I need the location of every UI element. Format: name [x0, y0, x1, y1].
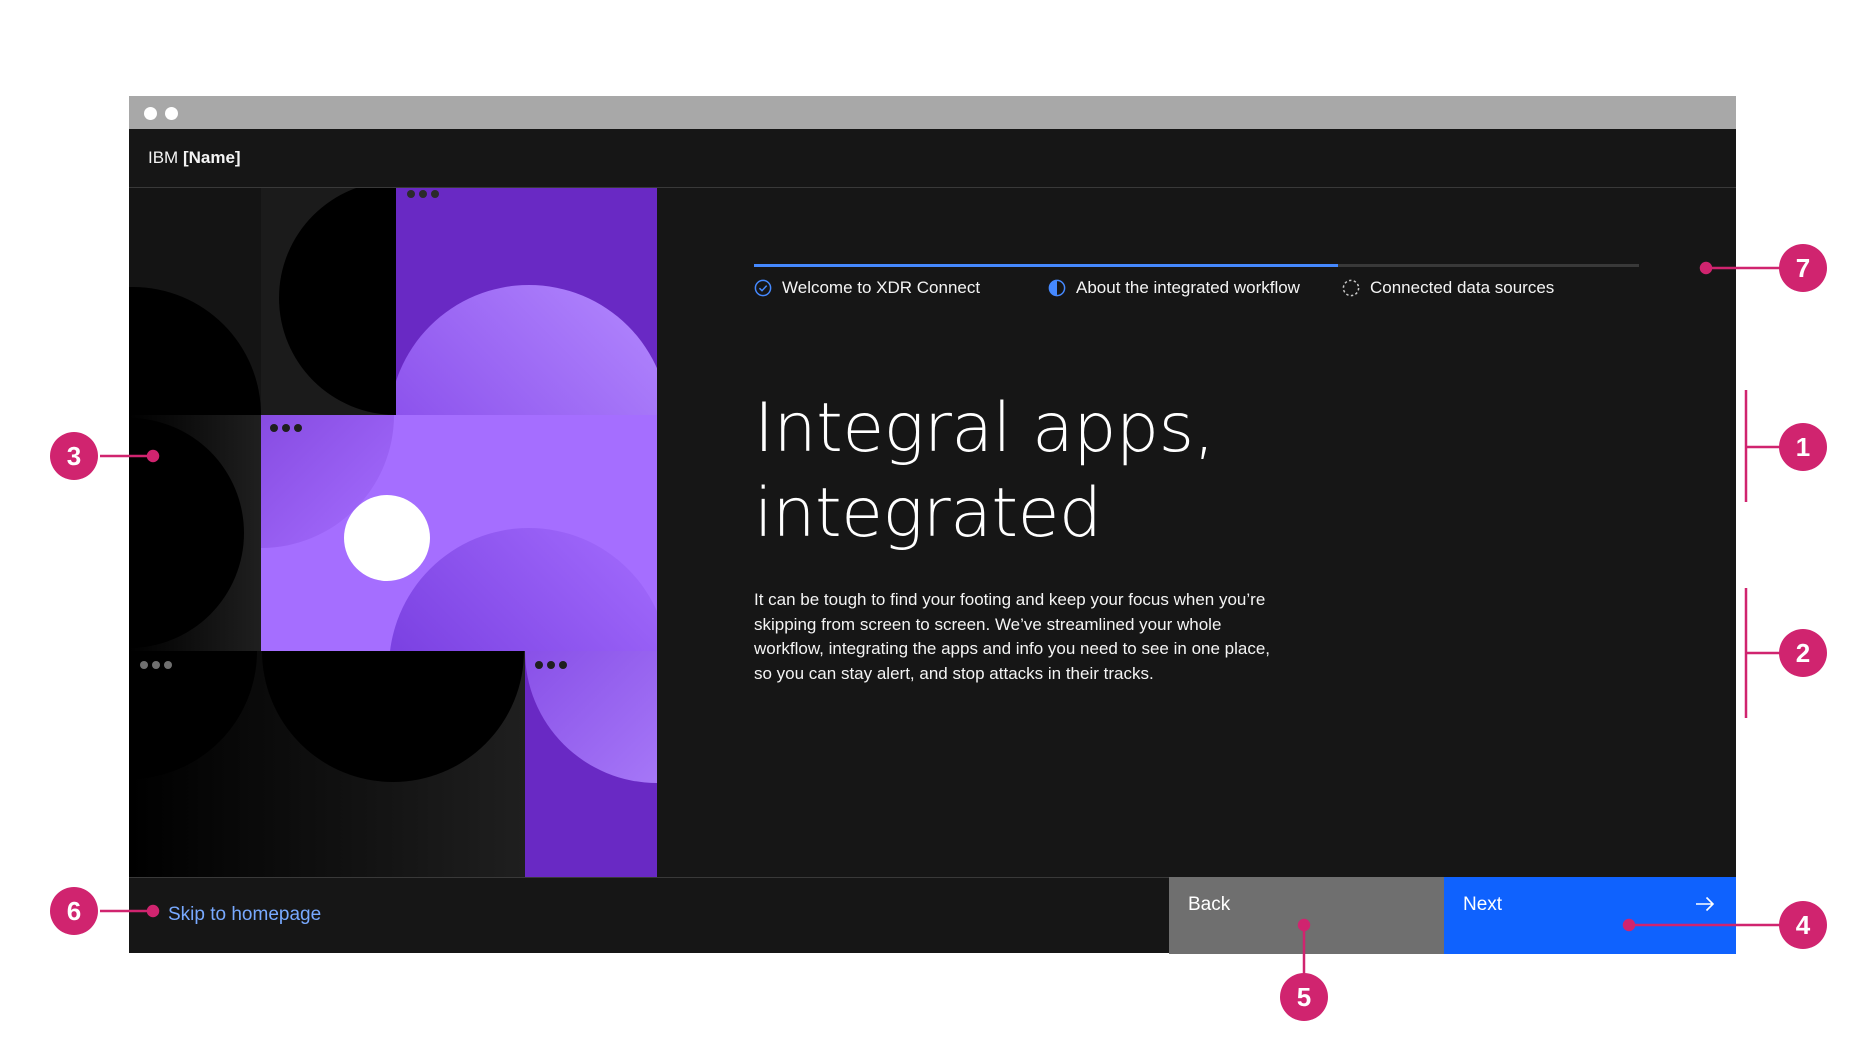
- back-button[interactable]: Back: [1169, 877, 1444, 954]
- progress-track: [754, 264, 1639, 267]
- page-title: Integral apps, integrated: [754, 386, 1215, 556]
- app-brand[interactable]: IBM [Name]: [148, 148, 241, 168]
- window-dot: [144, 107, 157, 120]
- next-button-label: Next: [1463, 894, 1503, 915]
- half-circle-icon: [1048, 279, 1066, 297]
- progress-step-label: About the integrated workflow: [1076, 278, 1300, 297]
- skip-to-homepage-link[interactable]: Skip to homepage: [168, 904, 321, 926]
- arrow-right-icon: [1696, 896, 1715, 912]
- callout-badge: 4: [1779, 901, 1827, 949]
- progress-step-label: Connected data sources: [1370, 278, 1555, 297]
- app-header: IBM [Name]: [129, 129, 1736, 188]
- main-content: Welcome to XDR Connect About the integra…: [657, 188, 1736, 877]
- abstract-illustration: [129, 188, 657, 877]
- footer-bar: Skip to homepage Back Next: [129, 877, 1736, 954]
- page-title-line: Integral apps,: [754, 389, 1215, 468]
- progress-step-workflow[interactable]: About the integrated workflow: [1048, 278, 1300, 298]
- illustration-panel: [129, 188, 657, 877]
- brand-prefix: IBM: [148, 148, 179, 167]
- progress-step-welcome[interactable]: Welcome to XDR Connect: [754, 278, 980, 298]
- checkmark-outline-icon: [754, 279, 772, 297]
- page-title-line: integrated: [754, 474, 1102, 553]
- callout-badge: 5: [1280, 973, 1328, 1021]
- callout-badge: 3: [50, 432, 98, 480]
- callout-badge: 1: [1779, 423, 1827, 471]
- callout-badge: 7: [1779, 244, 1827, 292]
- callout-badge: 2: [1779, 629, 1827, 677]
- progress-track-fill: [754, 264, 1339, 267]
- next-button[interactable]: Next: [1444, 877, 1736, 954]
- window-dot: [165, 107, 178, 120]
- progress-step-data-sources[interactable]: Connected data sources: [1342, 278, 1554, 298]
- page-description: It can be tough to find your footing and…: [754, 590, 1271, 683]
- brand-name: [Name]: [182, 148, 241, 167]
- back-button-label: Back: [1188, 894, 1231, 915]
- callout-badge: 6: [50, 887, 98, 935]
- browser-window: IBM [Name] Welcome to XDR Connect About …: [129, 96, 1736, 954]
- dashed-circle-icon: [1342, 279, 1360, 297]
- progress-step-label: Welcome to XDR Connect: [782, 278, 981, 297]
- browser-chrome-bar: [129, 96, 1736, 129]
